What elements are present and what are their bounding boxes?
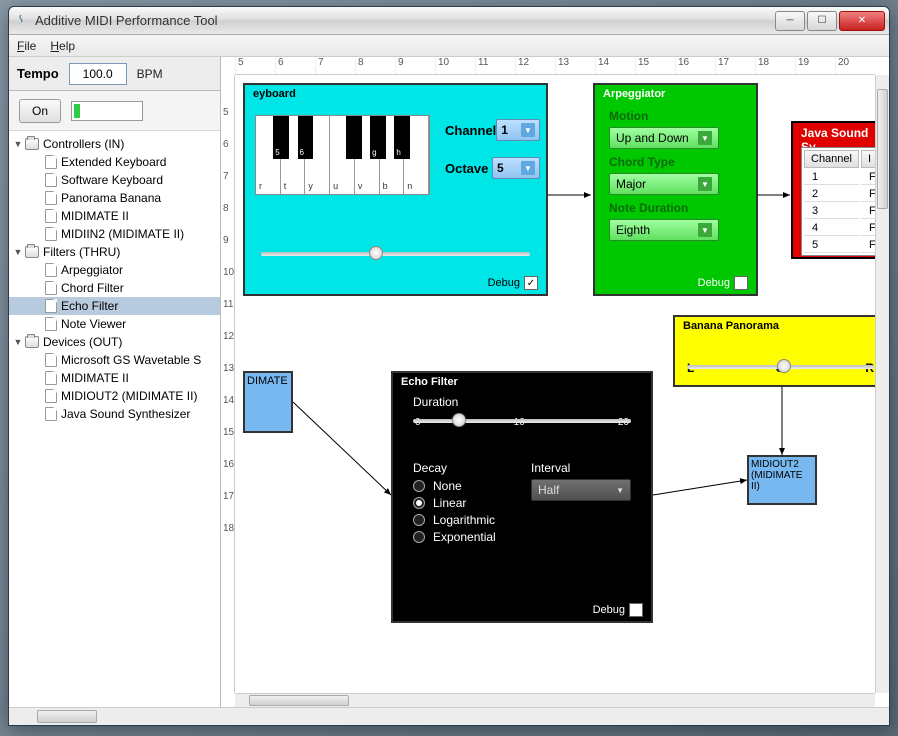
canvas-scroll-v[interactable] <box>875 75 889 693</box>
java-synth-node[interactable]: Java Sound Sy ChannelI 1F 2F 3F 4F 5F <box>791 121 875 259</box>
debug-label: Debug <box>593 604 625 616</box>
on-button[interactable]: On <box>19 99 61 123</box>
tempo-row: Tempo BPM <box>9 57 220 91</box>
black-key[interactable]: h <box>394 116 410 159</box>
app-window: Additive MIDI Performance Tool ─ ☐ ✕ Fil… <box>8 6 890 726</box>
tree-item: Note Viewer <box>9 315 220 333</box>
chevron-down-icon: ▼ <box>521 123 535 137</box>
debug-checkbox[interactable]: ✓ <box>629 603 643 617</box>
decay-log[interactable]: Logarithmic <box>413 513 501 527</box>
tree-item-selected: Echo Filter <box>9 297 220 315</box>
level-meter <box>71 101 143 121</box>
duration-label: Duration <box>413 395 631 409</box>
maximize-button[interactable]: ☐ <box>807 11 837 31</box>
node-title: Arpeggiator <box>595 85 756 103</box>
decay-exp[interactable]: Exponential <box>413 530 501 544</box>
chevron-down-icon: ▼ <box>616 486 624 495</box>
canvas-scroll-h[interactable] <box>235 693 875 707</box>
tree-item: Java Sound Synthesizer <box>9 405 220 423</box>
motion-select[interactable]: Up and Down▼ <box>609 127 719 149</box>
banana-node[interactable]: Banana Panorama LCR <box>673 315 875 387</box>
debug-label: Debug <box>488 277 520 289</box>
menu-help[interactable]: Help <box>50 39 75 53</box>
synth-table[interactable]: ChannelI 1F 2F 3F 4F 5F <box>801 147 875 256</box>
chevron-down-icon: ▼ <box>521 161 535 175</box>
pan-slider[interactable] <box>687 359 874 373</box>
black-key[interactable] <box>346 116 362 159</box>
duration-select[interactable]: Eighth▼ <box>609 219 719 241</box>
node-title: Banana Panorama <box>675 317 875 335</box>
black-key[interactable]: g <box>370 116 386 159</box>
node-title: Echo Filter <box>393 373 651 391</box>
motion-label: Motion <box>609 109 742 123</box>
channel-label: Channel <box>445 123 496 138</box>
decay-linear[interactable]: Linear <box>413 496 501 510</box>
midiout-node[interactable]: MIDIOUT2 (MIDIMATE II) <box>747 455 817 505</box>
chord-select[interactable]: Major▼ <box>609 173 719 195</box>
tree-item: Microsoft GS Wavetable S <box>9 351 220 369</box>
tree-group-devices: ▼Devices (OUT) <box>9 333 220 351</box>
bpm-label: BPM <box>137 67 163 81</box>
titlebar[interactable]: Additive MIDI Performance Tool ─ ☐ ✕ <box>9 7 889 35</box>
chevron-down-icon: ▼ <box>698 131 712 145</box>
interval-select[interactable]: Half▼ <box>531 479 631 501</box>
tree-item: MIDIIN2 (MIDIMATE II) <box>9 225 220 243</box>
java-icon <box>13 13 29 29</box>
tree-item: Extended Keyboard <box>9 153 220 171</box>
duration-label: Note Duration <box>609 201 742 215</box>
channel-select[interactable]: 1▼ <box>496 119 540 141</box>
tree-view[interactable]: ▼Controllers (IN) Extended Keyboard Soft… <box>9 131 220 707</box>
tree-group-filters: ▼Filters (THRU) <box>9 243 220 261</box>
minimize-button[interactable]: ─ <box>775 11 805 31</box>
tree-item: Arpeggiator <box>9 261 220 279</box>
piano-keyboard[interactable]: rtyuvbn56gh <box>255 115 430 195</box>
window-title: Additive MIDI Performance Tool <box>35 13 773 28</box>
debug-checkbox[interactable]: ✓ <box>524 276 538 290</box>
tree-item: Software Keyboard <box>9 171 220 189</box>
chord-label: Chord Type <box>609 155 742 169</box>
node-title: eyboard <box>245 85 546 103</box>
tree-item: Panorama Banana <box>9 189 220 207</box>
decay-none[interactable]: None <box>413 479 501 493</box>
decay-label: Decay <box>413 461 501 475</box>
black-key[interactable]: 6 <box>298 116 314 159</box>
tempo-input[interactable] <box>69 63 127 85</box>
debug-checkbox[interactable]: ✓ <box>734 276 748 290</box>
debug-label: Debug <box>698 277 730 289</box>
tree-item: MIDIOUT2 (MIDIMATE II) <box>9 387 220 405</box>
echo-node[interactable]: Echo Filter Duration 01020 Decay None Li… <box>391 371 653 623</box>
black-key[interactable]: 5 <box>273 116 289 159</box>
keyboard-slider[interactable] <box>261 246 530 260</box>
window-scroll-h[interactable] <box>9 707 889 725</box>
octave-label: Octave <box>445 161 488 176</box>
tree-item: MIDIMATE II <box>9 369 220 387</box>
midimate-in-node[interactable]: DIMATE <box>243 371 293 433</box>
tree-group-controllers: ▼Controllers (IN) <box>9 135 220 153</box>
menu-file[interactable]: File <box>17 39 36 53</box>
menubar: File Help <box>9 35 889 57</box>
arpeggiator-node[interactable]: Arpeggiator Motion Up and Down▼ Chord Ty… <box>593 83 758 296</box>
ruler-vertical: 56789101112131415161718 <box>221 75 235 693</box>
canvas-area[interactable]: ◄ ◄ 567891011121314151617181920 56789101… <box>221 57 889 707</box>
tree-item: MIDIMATE II <box>9 207 220 225</box>
tree-item: Chord Filter <box>9 279 220 297</box>
left-panel: Tempo BPM On ▼Controllers (IN) Extended … <box>9 57 221 707</box>
close-button[interactable]: ✕ <box>839 11 885 31</box>
keyboard-node[interactable]: eyboard rtyuvbn56gh Channel 1▼ Octave 5▼… <box>243 83 548 296</box>
chevron-down-icon: ▼ <box>698 177 712 191</box>
echo-duration-slider[interactable]: 01020 <box>413 417 631 451</box>
tempo-label: Tempo <box>17 66 59 81</box>
interval-label: Interval <box>531 461 631 475</box>
canvas[interactable]: eyboard rtyuvbn56gh Channel 1▼ Octave 5▼… <box>235 75 875 693</box>
ruler-horizontal: 567891011121314151617181920 <box>235 57 875 75</box>
octave-select[interactable]: 5▼ <box>492 157 540 179</box>
chevron-down-icon: ▼ <box>698 223 712 237</box>
